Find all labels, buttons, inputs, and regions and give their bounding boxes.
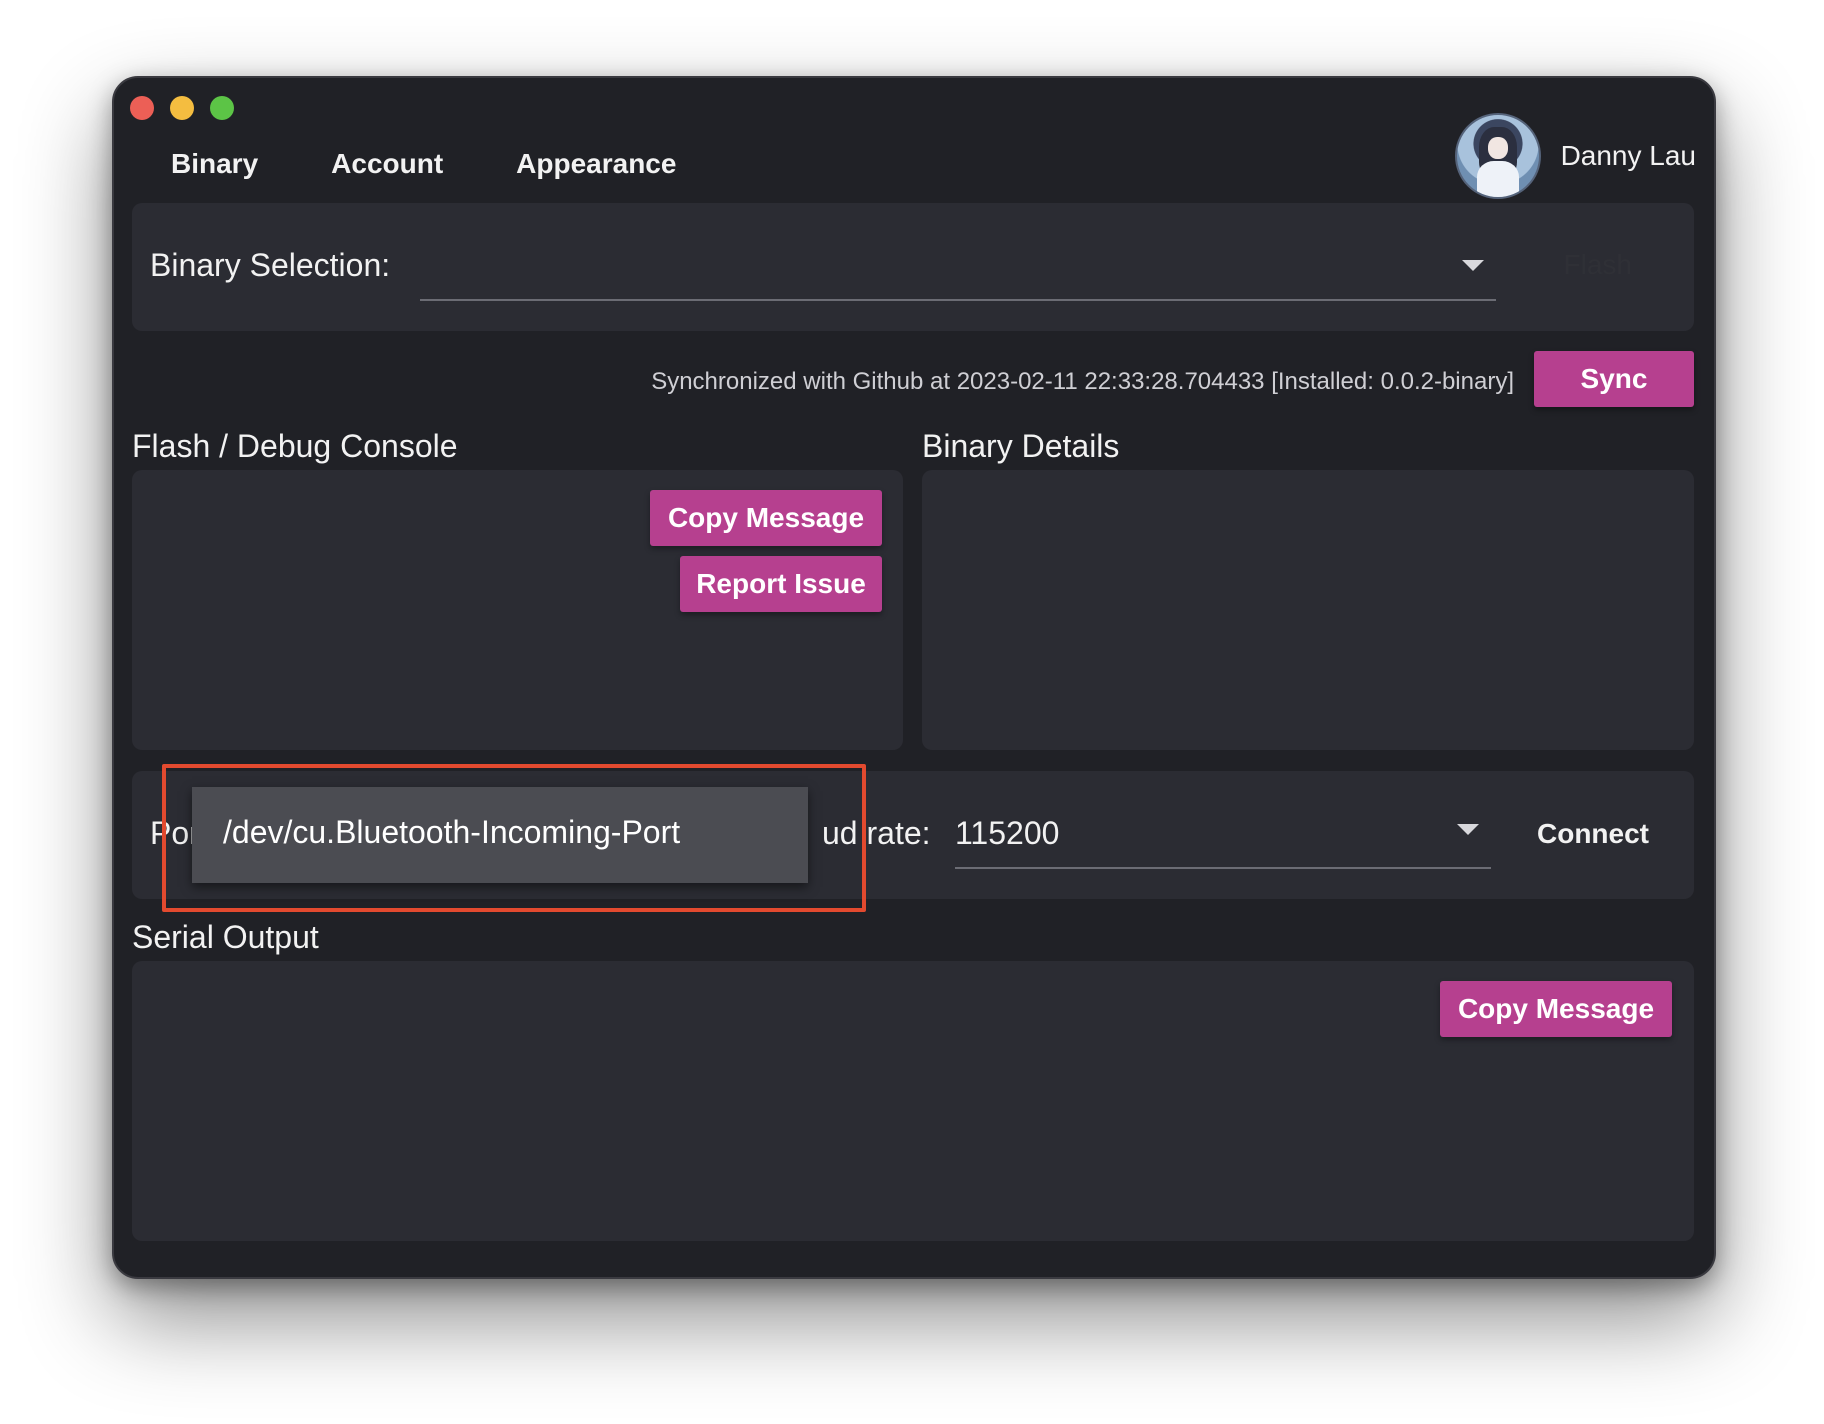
app-window: Binary Account Appearance Danny Lau Bina… [112, 76, 1716, 1279]
report-issue-button[interactable]: Report Issue [680, 556, 882, 612]
maximize-window-button[interactable] [210, 96, 234, 120]
tab-account[interactable]: Account [323, 140, 451, 188]
avatar[interactable] [1454, 113, 1541, 199]
tab-appearance[interactable]: Appearance [508, 140, 684, 188]
window-controls [130, 96, 234, 120]
user-menu[interactable]: Danny Lau [1454, 113, 1696, 199]
chevron-down-icon [1462, 260, 1484, 271]
binary-selection-card: Binary Selection: Flash [132, 203, 1694, 331]
avatar-face-shape [1487, 137, 1508, 159]
connect-button[interactable]: Connect [1537, 818, 1649, 850]
console-title: Flash / Debug Console [132, 428, 458, 464]
console-panel[interactable]: Copy Message Report Issue [132, 470, 903, 750]
top-nav: Binary Account Appearance [114, 136, 684, 192]
close-window-button[interactable] [130, 96, 154, 120]
flash-button[interactable]: Flash [1564, 249, 1632, 281]
baud-rate-select[interactable]: 115200 [955, 793, 1491, 869]
binary-select[interactable] [420, 233, 1496, 301]
sync-status: Synchronized with Github at 2023-02-11 2… [651, 368, 1514, 395]
binary-details-panel [922, 470, 1694, 750]
details-title: Binary Details [922, 428, 1120, 464]
binary-selection-label: Binary Selection: [150, 247, 391, 283]
avatar-body-shape [1476, 161, 1519, 197]
highlight-box [162, 764, 866, 912]
baud-rate-value: 115200 [955, 815, 1060, 851]
tab-binary[interactable]: Binary [163, 140, 266, 188]
user-name: Danny Lau [1560, 140, 1696, 171]
chevron-down-icon [1457, 824, 1479, 835]
copy-console-message-button[interactable]: Copy Message [650, 490, 882, 546]
serial-output-panel[interactable]: Copy Message [132, 961, 1694, 1241]
copy-serial-message-button[interactable]: Copy Message [1440, 981, 1672, 1037]
sync-button[interactable]: Sync [1534, 351, 1694, 407]
serial-output-title: Serial Output [132, 919, 319, 955]
minimize-window-button[interactable] [170, 96, 194, 120]
